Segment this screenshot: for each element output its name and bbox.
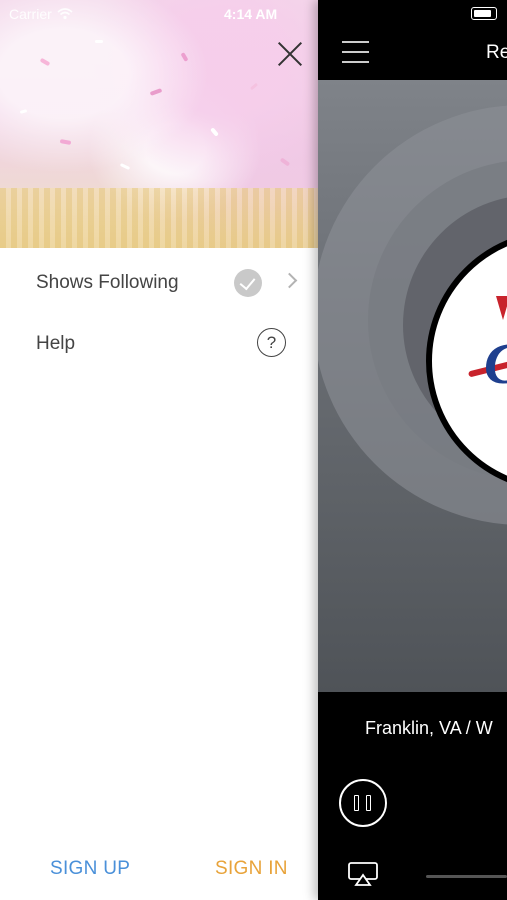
status-carrier: Carrier — [9, 6, 73, 22]
crowd-graphic — [0, 188, 318, 248]
sign-in-button[interactable]: SIGN IN — [215, 858, 288, 880]
menu-item-label: Help — [36, 333, 76, 354]
help-circle-icon[interactable]: ? — [257, 328, 286, 357]
menu-item-label: Shows Following — [36, 272, 179, 293]
chevron-right-icon — [281, 272, 298, 289]
pause-button[interactable] — [339, 779, 387, 827]
station-location: Franklin, VA / W — [365, 718, 493, 738]
menu-item-shows-following[interactable]: Shows Following — [0, 256, 318, 312]
close-icon[interactable] — [276, 40, 304, 68]
check-circle-icon — [234, 269, 262, 297]
airplay-icon[interactable] — [348, 862, 378, 886]
logo-letter: C — [484, 330, 507, 397]
menu-item-help[interactable]: Help ? — [0, 317, 318, 373]
status-time: 4:14 AM — [224, 6, 278, 22]
station-artwork: C — [318, 80, 507, 692]
header-image: Carrier 4:14 AM — [0, 0, 318, 248]
side-drawer: Carrier 4:14 AM Shows Following Help ? S… — [0, 0, 318, 900]
wifi-icon — [57, 8, 73, 20]
player-panel: Re C Franklin, VA / W — [318, 0, 507, 900]
hamburger-menu-icon[interactable] — [342, 41, 369, 63]
logo-v-mark — [496, 296, 507, 320]
sign-up-button[interactable]: SIGN UP — [50, 858, 130, 880]
volume-slider[interactable] — [426, 875, 507, 878]
carrier-label: Carrier — [9, 6, 52, 22]
station-title: Re — [486, 42, 507, 63]
battery-icon — [471, 7, 497, 20]
